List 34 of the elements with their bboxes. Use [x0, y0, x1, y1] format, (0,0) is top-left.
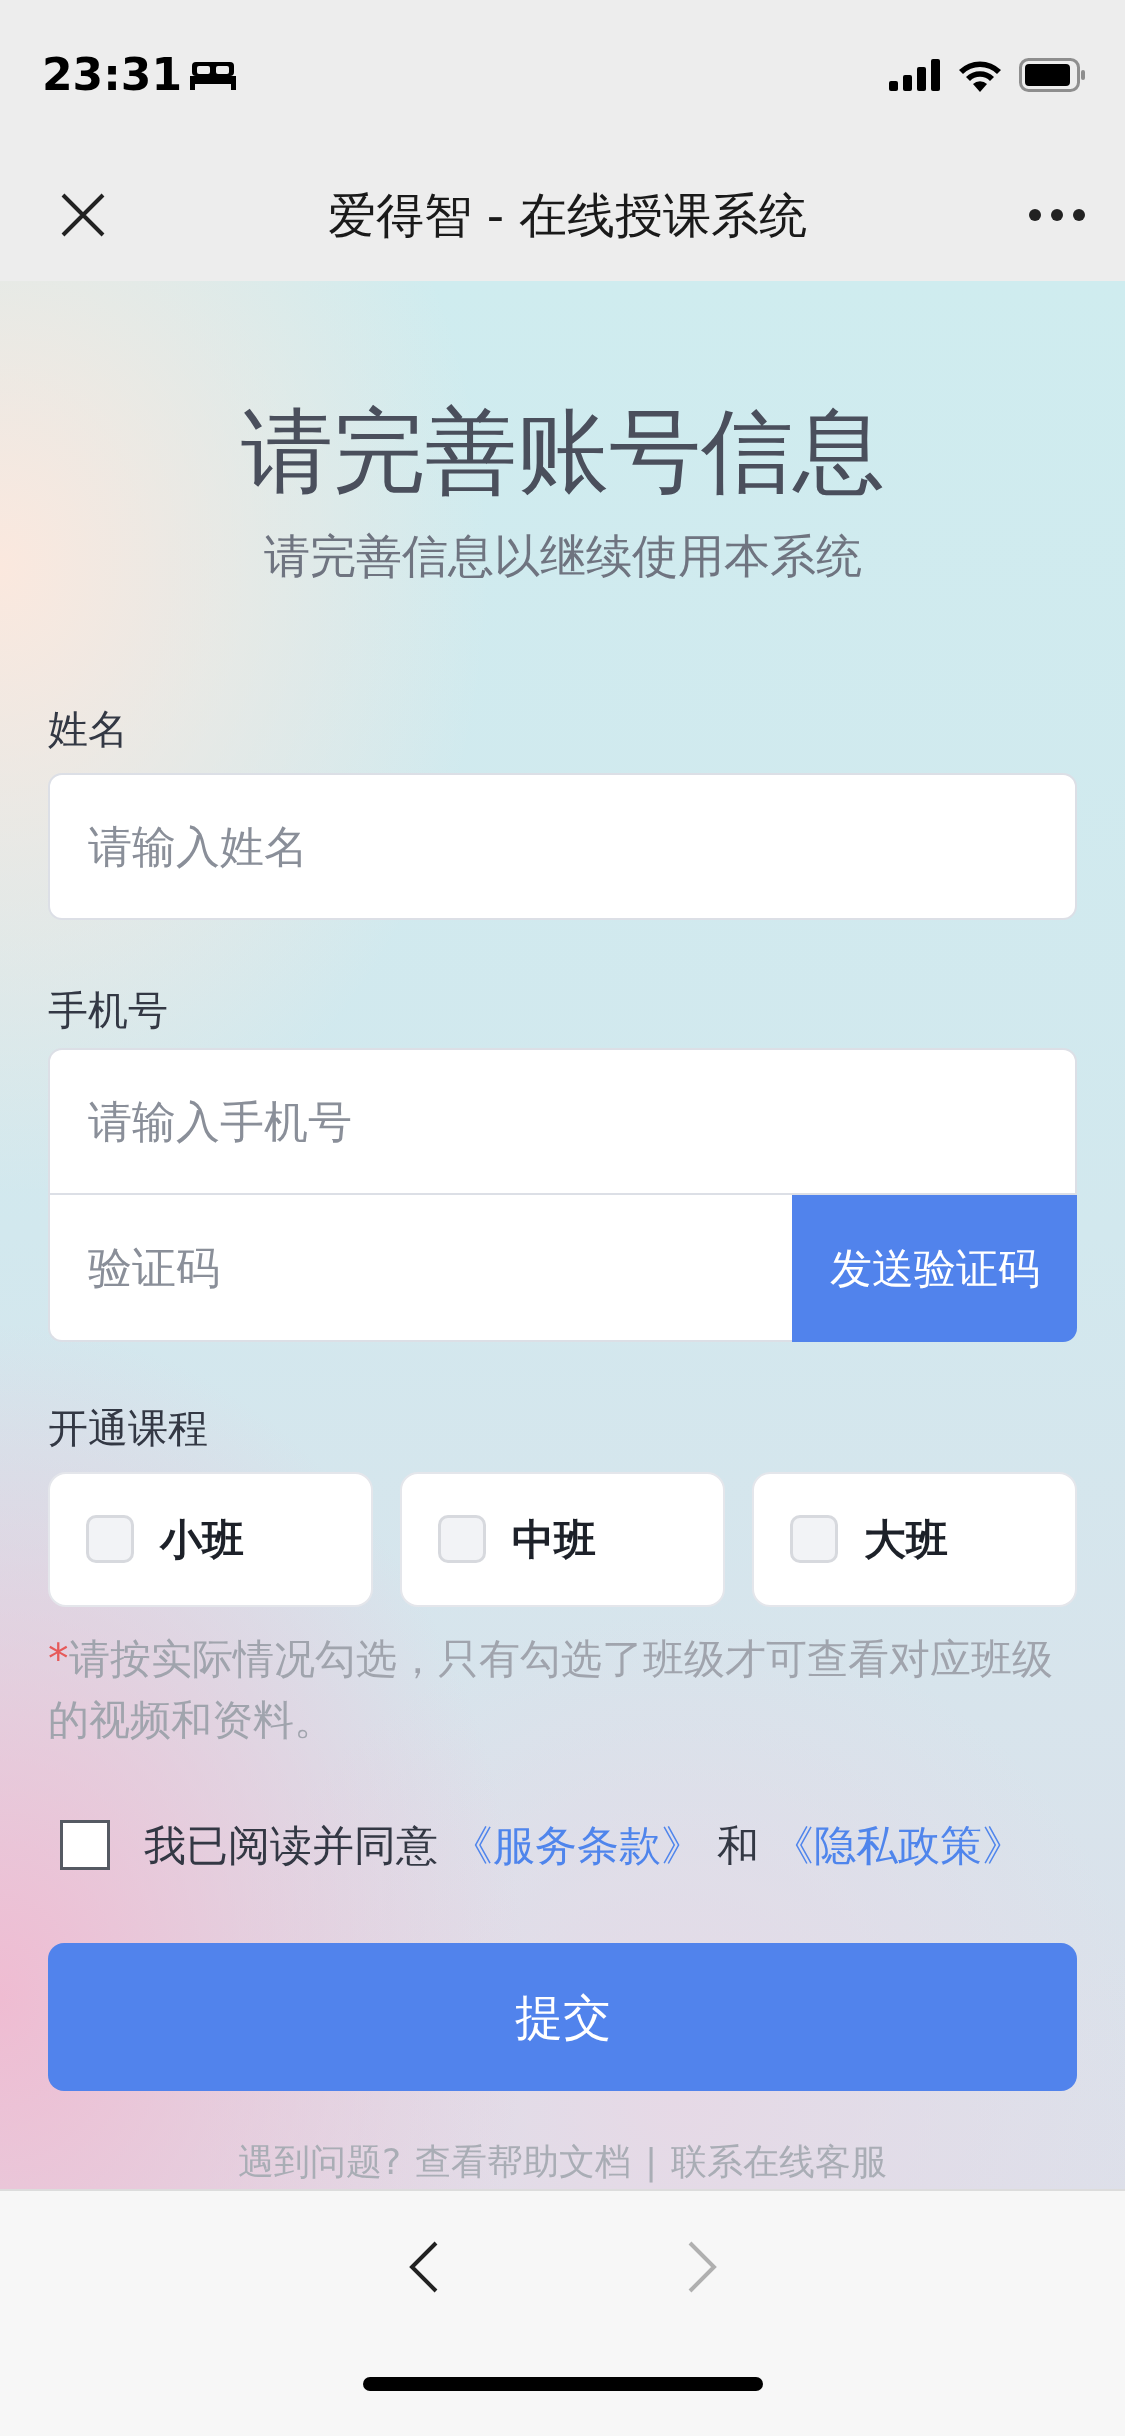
status-time: 23:31 [42, 47, 183, 102]
course-label: 小班 [160, 1513, 244, 1566]
course-label: 中班 [512, 1513, 596, 1566]
checkbox[interactable] [790, 1515, 838, 1564]
privacy-link[interactable]: 《隐私政策》 [772, 1820, 1025, 1870]
more-icon[interactable] [1029, 209, 1085, 222]
phone-field[interactable]: 请输入手机号 [48, 1047, 1077, 1195]
code-field[interactable]: 验证码 [48, 1194, 792, 1342]
send-code-button[interactable]: 发送验证码 [792, 1194, 1077, 1342]
checkbox[interactable] [86, 1515, 134, 1564]
agreement-text: 我已阅读并同意 《服务条款》 和 《隐私政策》 [144, 1819, 1025, 1872]
submit-button[interactable]: 提交 [48, 1942, 1077, 2091]
agree-checkbox[interactable] [60, 1820, 110, 1871]
help-question: 遇到问题? [237, 2139, 401, 2184]
close-icon[interactable] [60, 192, 106, 239]
checkbox[interactable] [438, 1515, 486, 1564]
bed-icon [190, 59, 237, 90]
page-title: 爱得智 - 在线授课系统 [327, 186, 808, 246]
battery-icon [1019, 57, 1085, 92]
signal-icon [889, 58, 941, 91]
separator-text: | [645, 2139, 658, 2185]
hint-text: *请按实际情况勾选，只有勾选了班级才可查看对应班级的视频和资料。 [48, 1633, 1054, 1747]
course-card[interactable]: 中班 [400, 1471, 725, 1607]
course-label: 大班 [864, 1513, 948, 1566]
back-icon[interactable] [407, 2240, 438, 2293]
field-label: 手机号 [48, 985, 169, 1035]
page-subtitle: 请完善信息以继续使用本系统 [263, 527, 862, 585]
field-label: 开通课程 [48, 1403, 209, 1453]
terms-link[interactable]: 《服务条款》 [451, 1820, 704, 1870]
course-card[interactable]: 大班 [752, 1471, 1077, 1607]
page-heading: 请完善账号信息 [240, 397, 885, 508]
name-field[interactable]: 请输入姓名 [48, 772, 1077, 920]
course-card[interactable]: 小班 [48, 1471, 373, 1607]
field-label: 姓名 [48, 704, 129, 754]
